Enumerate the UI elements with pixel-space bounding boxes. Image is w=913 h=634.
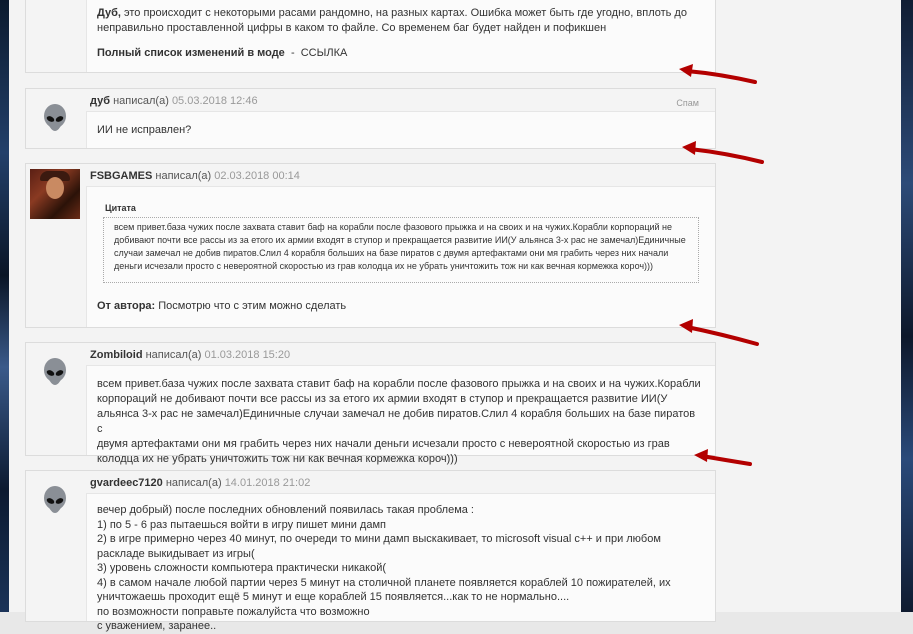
annotation-arrow (679, 319, 759, 346)
avatar[interactable] (30, 95, 80, 145)
mention: Дуб, (97, 7, 121, 19)
comment-post: Дуб, это происходит с некоторыми расами … (25, 0, 716, 73)
background-right (901, 0, 913, 612)
comment-line: корпораций не добивают почти все рассы и… (97, 393, 668, 405)
author-reply-text: Посмотрю что с этим можно сделать (158, 300, 347, 312)
avatar[interactable] (30, 169, 80, 219)
comment-post: gvardeec7120 написал(а) 14.01.2018 21:02… (25, 470, 716, 632)
comment-header: Zombiloid написал(а) 01.03.2018 15:20 (90, 349, 290, 361)
avatar[interactable] (30, 477, 80, 527)
comment-line: это происходит с некоторыми расами рандо… (124, 7, 687, 19)
comment-header: gvardeec7120 написал(а) 14.01.2018 21:02 (90, 477, 310, 489)
quote-label: Цитата (105, 203, 136, 213)
comment-post: дуб написал(а) 05.03.2018 12:46 Спам ИИ … (25, 88, 716, 149)
comment-line: альянса 3-х рас не замечал)Единичные слу… (97, 408, 696, 435)
background-left (0, 0, 9, 612)
alien-icon (44, 486, 66, 513)
comment-line: вечер добрый) после последних обновлений… (97, 504, 474, 516)
wrote-label: написал(а) (155, 170, 212, 182)
comments-container: Дуб, это происходит с некоторыми расами … (9, 0, 901, 632)
annotation-arrow (679, 64, 757, 84)
comment-body: Дуб, это происходит с некоторыми расами … (86, 0, 715, 72)
annotation-arrow (682, 141, 764, 164)
comment-line: двумя артефактами они мя грабить через н… (97, 438, 670, 450)
comment-line: уничтожаешь проходит ещё 5 минут и еще к… (97, 591, 570, 603)
author-name[interactable]: FSBGAMES (90, 170, 152, 182)
comment-date: 05.03.2018 12:46 (171, 95, 258, 107)
annotation-arrow (694, 449, 752, 466)
comment-post: Zombiloid написал(а) 01.03.2018 15:20 вс… (25, 342, 716, 465)
wrote-label: написал(а) (145, 349, 202, 361)
author-reply-label: От автора: (97, 300, 156, 312)
author-name[interactable]: gvardeec7120 (90, 477, 163, 489)
wrote-label: написал(а) (113, 95, 169, 107)
comment-line: 3) уровень сложности компьютера практиче… (97, 562, 387, 574)
comment-date: 02.03.2018 00:14 (214, 170, 300, 182)
comment-date: 01.03.2018 15:20 (204, 349, 291, 361)
comment-line: всем привет.база чужих после захвата ста… (97, 378, 701, 390)
author-name[interactable]: Zombiloid (90, 349, 143, 361)
comment-header: FSBGAMES написал(а) 02.03.2018 00:14 (90, 170, 300, 182)
comment-header: дуб написал(а) 05.03.2018 12:46 (90, 95, 258, 107)
comment-text: ИИ не исправлен? (97, 124, 192, 136)
changes-link[interactable]: ССЫЛКА (301, 47, 348, 59)
alien-icon (44, 358, 66, 385)
comment-body: всем привет.база чужих после захвата ста… (86, 365, 715, 465)
separator: - (290, 47, 295, 59)
comment-post: FSBGAMES написал(а) 02.03.2018 00:14 Цит… (25, 163, 716, 328)
comment-text: вечер добрый) после последних обновлений… (97, 503, 701, 634)
quote-line: деньги исчезали просто с невероятной ско… (114, 261, 654, 271)
changes-row: Полный список изменений в моде - ССЫЛКА (97, 46, 701, 61)
quote-line: добивают почти все рассы из за етого их … (114, 235, 686, 245)
comment-line: 2) в игре примерно через 40 минут, по оч… (97, 533, 661, 545)
quote-line: случаи замечал не добив пиратов.Слил 4 к… (114, 248, 669, 258)
quote-line: всем привет.база чужих после захвата ста… (114, 222, 673, 232)
comment-date: 14.01.2018 21:02 (224, 477, 311, 489)
comment-line: 1) по 5 - 6 раз пытаешься войти в игру п… (97, 518, 386, 531)
comment-line: раскладе выкидывает из игры( (97, 547, 255, 560)
comment-body: ИИ не исправлен? (86, 111, 715, 148)
wrote-label: написал(а) (165, 477, 222, 489)
changes-label: Полный список изменений в моде (97, 47, 285, 59)
comment-line: 4) в самом начале любой партии через 5 м… (97, 576, 671, 589)
quote-block: всем привет.база чужих после захвата ста… (103, 217, 699, 283)
spam-link[interactable]: Спам (676, 98, 699, 108)
comment-line: колодца их не убрать уничтожить тож ни к… (97, 453, 458, 465)
comment-text: Дуб, это происходит с некоторыми расами … (97, 6, 701, 36)
comment-body: Цитата всем привет.база чужих после захв… (86, 186, 715, 327)
comment-line: неправильно проставленной цифры в каком … (97, 22, 607, 34)
user-photo (30, 169, 80, 219)
comment-body: вечер добрый) после последних обновлений… (86, 493, 715, 632)
author-reply: От автора: Посмотрю что с этим можно сде… (97, 299, 701, 314)
comment-line: с уважением, заранее.. (97, 620, 217, 632)
alien-icon (44, 104, 66, 131)
comment-text: всем привет.база чужих после захвата ста… (97, 377, 701, 467)
author-name[interactable]: дуб (90, 95, 110, 107)
avatar[interactable] (30, 349, 80, 399)
